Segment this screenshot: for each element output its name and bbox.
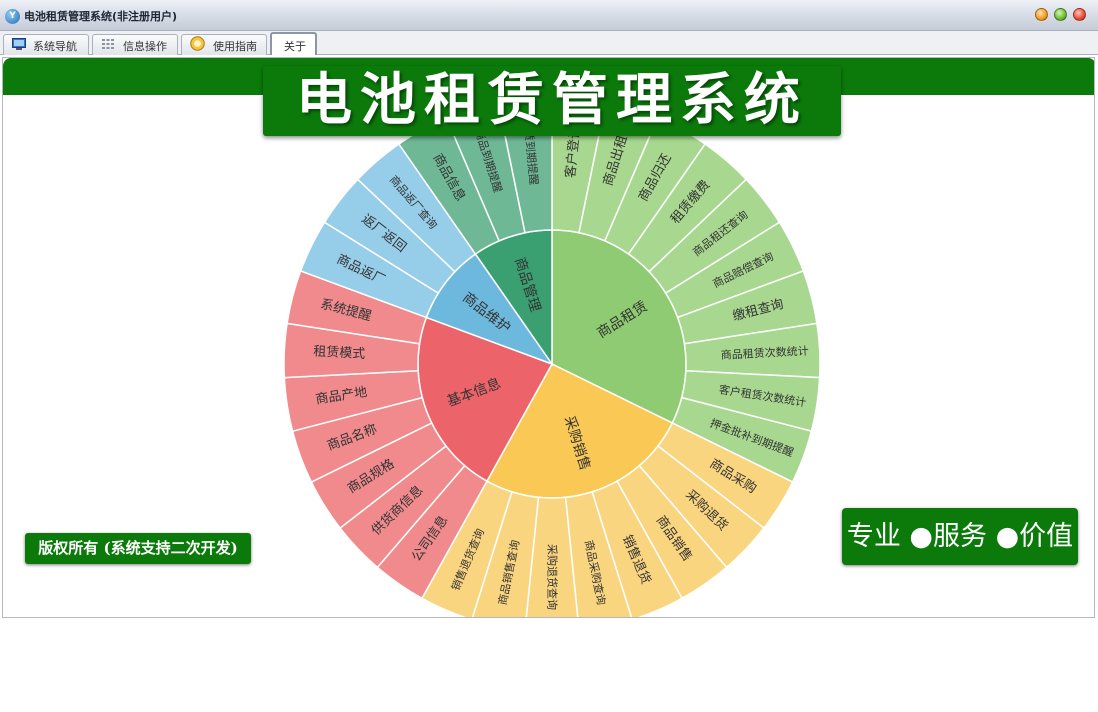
maximize-button[interactable] xyxy=(1054,8,1067,21)
monitor-icon xyxy=(12,38,26,50)
help-icon xyxy=(190,36,205,51)
minimize-button[interactable] xyxy=(1035,8,1048,21)
sunburst-item-label: 采购退货查询 xyxy=(546,544,560,610)
tab-bar: 系统导航 信息操作 使用指南 关于 xyxy=(0,31,1098,55)
tab-label: 系统导航 xyxy=(33,40,77,53)
blank-lower-area xyxy=(0,618,1098,712)
tab-label: 关于 xyxy=(284,40,306,53)
slogan-badge: 专业 ●服务 ●价值 xyxy=(842,508,1078,565)
tab-label: 使用指南 xyxy=(213,40,257,53)
window-title: 电池租赁管理系统(非注册用户) xyxy=(24,10,178,23)
grid-icon xyxy=(102,39,114,49)
about-panel: 客户登记 商品出租 商品归还 租赁缴费 商品租还查询 商品赔偿查询 缴租查询 商品租赁次数统计… xyxy=(2,57,1095,618)
tab-label: 信息操作 xyxy=(123,40,167,53)
sunburst-item-label: 租赁模式 xyxy=(313,344,366,362)
tab-about[interactable]: 关于 xyxy=(270,32,317,55)
tab-info-operation[interactable]: 信息操作 xyxy=(92,34,178,55)
tab-system-navigation[interactable]: 系统导航 xyxy=(3,34,89,55)
copyright-notice: 版权所有 (系统支持二次开发) xyxy=(25,533,251,564)
system-title-banner: 电池租赁管理系统 xyxy=(263,66,841,136)
app-logo-icon: Y xyxy=(5,9,20,24)
window-titlebar: Y 电池租赁管理系统(非注册用户) xyxy=(0,0,1098,31)
tab-user-guide[interactable]: 使用指南 xyxy=(181,34,267,55)
close-button[interactable] xyxy=(1073,8,1086,21)
